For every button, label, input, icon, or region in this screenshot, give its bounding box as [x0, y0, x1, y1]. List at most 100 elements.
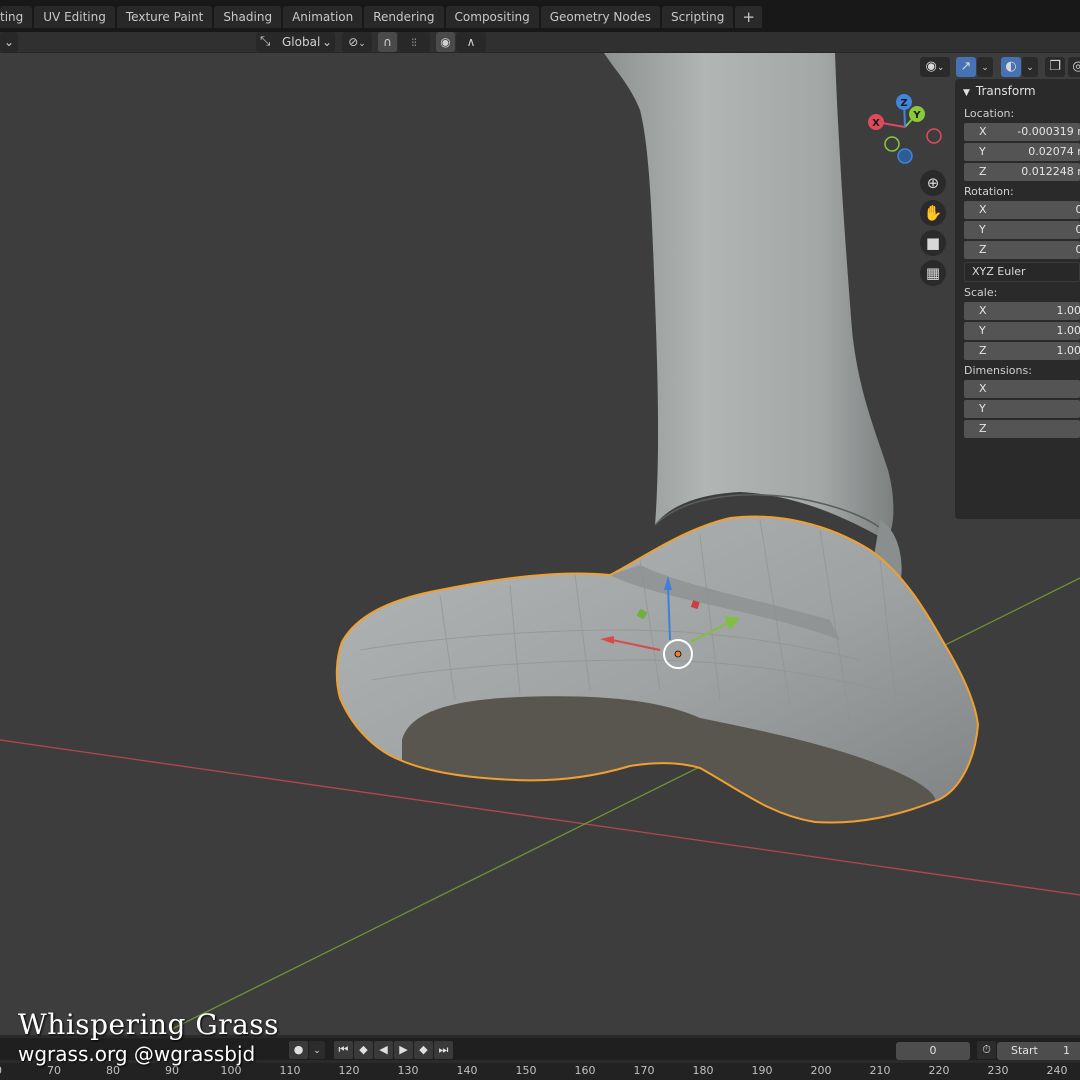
- tab-texture-paint[interactable]: Texture Paint: [116, 6, 213, 28]
- rotation-x-field[interactable]: X 0°: [964, 201, 1080, 219]
- chevron-down-icon: ⌄: [358, 39, 366, 49]
- use-preview-range-button[interactable]: ⏱: [977, 1041, 996, 1059]
- pivot-point-dropdown[interactable]: ⊘⌄: [342, 32, 372, 52]
- overlays-icon: ◐: [1005, 59, 1017, 74]
- watermark: Whispering Grass wgrass.org @wgrassbjd: [18, 1008, 279, 1066]
- leg-mesh: [604, 53, 894, 540]
- play-icon: ▶: [399, 1043, 408, 1056]
- viewport-scene: X Y Z: [0, 53, 1080, 1031]
- tab-compositing[interactable]: Compositing: [445, 6, 539, 28]
- rotation-y-field[interactable]: Y 0°: [964, 221, 1080, 239]
- mode-dropdown-chevron[interactable]: ⌄: [0, 32, 18, 52]
- axis-label: X: [979, 125, 987, 138]
- auto-keying-button[interactable]: ●: [289, 1041, 308, 1059]
- prev-keyframe-button[interactable]: ◆: [354, 1041, 373, 1059]
- chevron-down-icon: ⌄: [313, 1046, 321, 1056]
- rotation-label: Rotation:: [964, 185, 1014, 198]
- camera-view-button[interactable]: ■: [920, 230, 946, 256]
- xray-toggle[interactable]: ❐: [1045, 57, 1065, 77]
- field-value: 0°: [1075, 243, 1080, 256]
- camera-icon: ■: [925, 234, 941, 252]
- zoom-icon: ⊕: [926, 174, 940, 192]
- eye-icon: ◉: [925, 59, 937, 74]
- proportional-falloff-dropdown[interactable]: ∧: [456, 32, 486, 52]
- start-label: Start: [1011, 1044, 1038, 1057]
- tab-layout-partial[interactable]: ting: [0, 6, 33, 28]
- chevron-down-icon: ⌄: [981, 63, 989, 73]
- add-workspace-button[interactable]: +: [735, 6, 762, 28]
- transform-orientation-dropdown[interactable]: ⤡ Global ⌄: [256, 32, 335, 52]
- rotation-z-field[interactable]: Z 0°: [964, 241, 1080, 259]
- pivot-icon: ⊘: [348, 35, 359, 49]
- axis-label: Z: [979, 344, 987, 357]
- dimensions-z-field[interactable]: Z: [964, 420, 1080, 438]
- dimensions-label: Dimensions:: [964, 364, 1032, 377]
- gizmo-dropdown[interactable]: ⌄: [977, 57, 993, 77]
- snap-toggle[interactable]: ∩: [378, 32, 397, 52]
- location-label: Location:: [964, 107, 1015, 120]
- transform-orientation-label: Global: [282, 35, 321, 49]
- transform-panel-header[interactable]: ▼ Transform: [955, 79, 1080, 103]
- snap-icon: ∩: [383, 35, 392, 49]
- ruler-tick: 60: [0, 1064, 2, 1077]
- proportional-edit-toggle[interactable]: ◉: [436, 32, 455, 52]
- play-reverse-button[interactable]: ◀: [374, 1041, 393, 1059]
- axis-label: Z: [979, 422, 987, 435]
- field-value: 0°: [1075, 223, 1080, 236]
- scale-label: Scale:: [964, 286, 998, 299]
- ruler-tick: 220: [928, 1064, 950, 1077]
- grid-perspective-icon: ▦: [925, 264, 941, 282]
- axis-label: Z: [979, 165, 987, 178]
- location-y-field[interactable]: Y 0.02074 m: [964, 143, 1080, 161]
- dimensions-x-field[interactable]: X: [964, 380, 1080, 398]
- jump-to-end-button[interactable]: ⏭: [434, 1041, 453, 1059]
- snap-increment-icon: ⫶⫶: [411, 38, 417, 49]
- tab-scripting[interactable]: Scripting: [661, 6, 734, 28]
- scale-y-field[interactable]: Y 1.000: [964, 322, 1080, 340]
- dimensions-y-field[interactable]: Y: [964, 400, 1080, 418]
- start-frame-field[interactable]: Start 1: [997, 1042, 1080, 1060]
- rotation-mode-dropdown[interactable]: XYZ Euler: [964, 262, 1080, 282]
- jump-to-start-button[interactable]: ⏮: [334, 1041, 353, 1059]
- next-keyframe-button[interactable]: ◆: [414, 1041, 433, 1059]
- prev-keyframe-icon: ◆: [359, 1043, 368, 1056]
- zoom-button[interactable]: ⊕: [920, 170, 946, 196]
- tab-animation[interactable]: Animation: [283, 6, 363, 28]
- transform-header-label: Transform: [975, 84, 1036, 98]
- location-z-field[interactable]: Z 0.012248 m: [964, 163, 1080, 181]
- chevron-down-icon: ⌄: [3, 35, 15, 49]
- 3d-viewport[interactable]: X Y Z ◉⌄ ↗ ⌄ ◐ ⌄ ❐ ◎ ⊕ ✋ ■ ▦ ▼ Transform …: [0, 53, 1080, 1035]
- show-gizmo-toggle[interactable]: ↗: [956, 57, 976, 77]
- gizmo-z-label: Z: [900, 98, 907, 109]
- tab-rendering[interactable]: Rendering: [364, 6, 444, 28]
- overlays-dropdown[interactable]: ⌄: [1022, 57, 1038, 77]
- location-x-field[interactable]: X -0.000319 m: [964, 123, 1080, 141]
- scale-x-field[interactable]: X 1.000: [964, 302, 1080, 320]
- field-value: 0.02074 m: [1028, 145, 1080, 158]
- axis-label: Y: [979, 402, 986, 415]
- viewport-header-toolbar: ⌄ ⤡ Global ⌄ ⊘⌄ ∩ ⫶⫶ ◉ ∧: [0, 32, 1080, 53]
- show-overlays-toggle[interactable]: ◐: [1001, 57, 1021, 77]
- watermark-subtitle: wgrass.org @wgrassbjd: [18, 1042, 256, 1066]
- pan-button[interactable]: ✋: [920, 200, 946, 226]
- tab-uv-editing[interactable]: UV Editing: [34, 6, 115, 28]
- snap-target-dropdown[interactable]: ⫶⫶: [398, 32, 430, 52]
- perspective-toggle-button[interactable]: ▦: [920, 260, 946, 286]
- gizmo-icon: ↗: [960, 59, 972, 74]
- current-frame-field[interactable]: 0: [896, 1042, 970, 1060]
- falloff-curve-icon: ∧: [466, 35, 476, 49]
- axis-label: Y: [979, 324, 986, 337]
- ruler-tick: 190: [751, 1064, 773, 1077]
- keying-dropdown[interactable]: ⌄: [309, 1041, 325, 1059]
- field-value: 0°: [1075, 203, 1080, 216]
- tab-shading[interactable]: Shading: [214, 6, 282, 28]
- tab-geometry-nodes[interactable]: Geometry Nodes: [540, 6, 660, 28]
- shading-wireframe-button[interactable]: ◎: [1068, 57, 1080, 77]
- record-icon: ●: [293, 1043, 304, 1056]
- play-button[interactable]: ▶: [394, 1041, 413, 1059]
- jump-start-icon: ⏮: [338, 1043, 349, 1056]
- visibility-dropdown[interactable]: ◉⌄: [920, 57, 950, 77]
- transform-sidebar-panel: ▼ Transform Location: X -0.000319 m Y 0.020…: [955, 79, 1080, 519]
- axis-navigation-gizmo[interactable]: X Y Z: [868, 94, 942, 164]
- scale-z-field[interactable]: Z 1.000: [964, 342, 1080, 360]
